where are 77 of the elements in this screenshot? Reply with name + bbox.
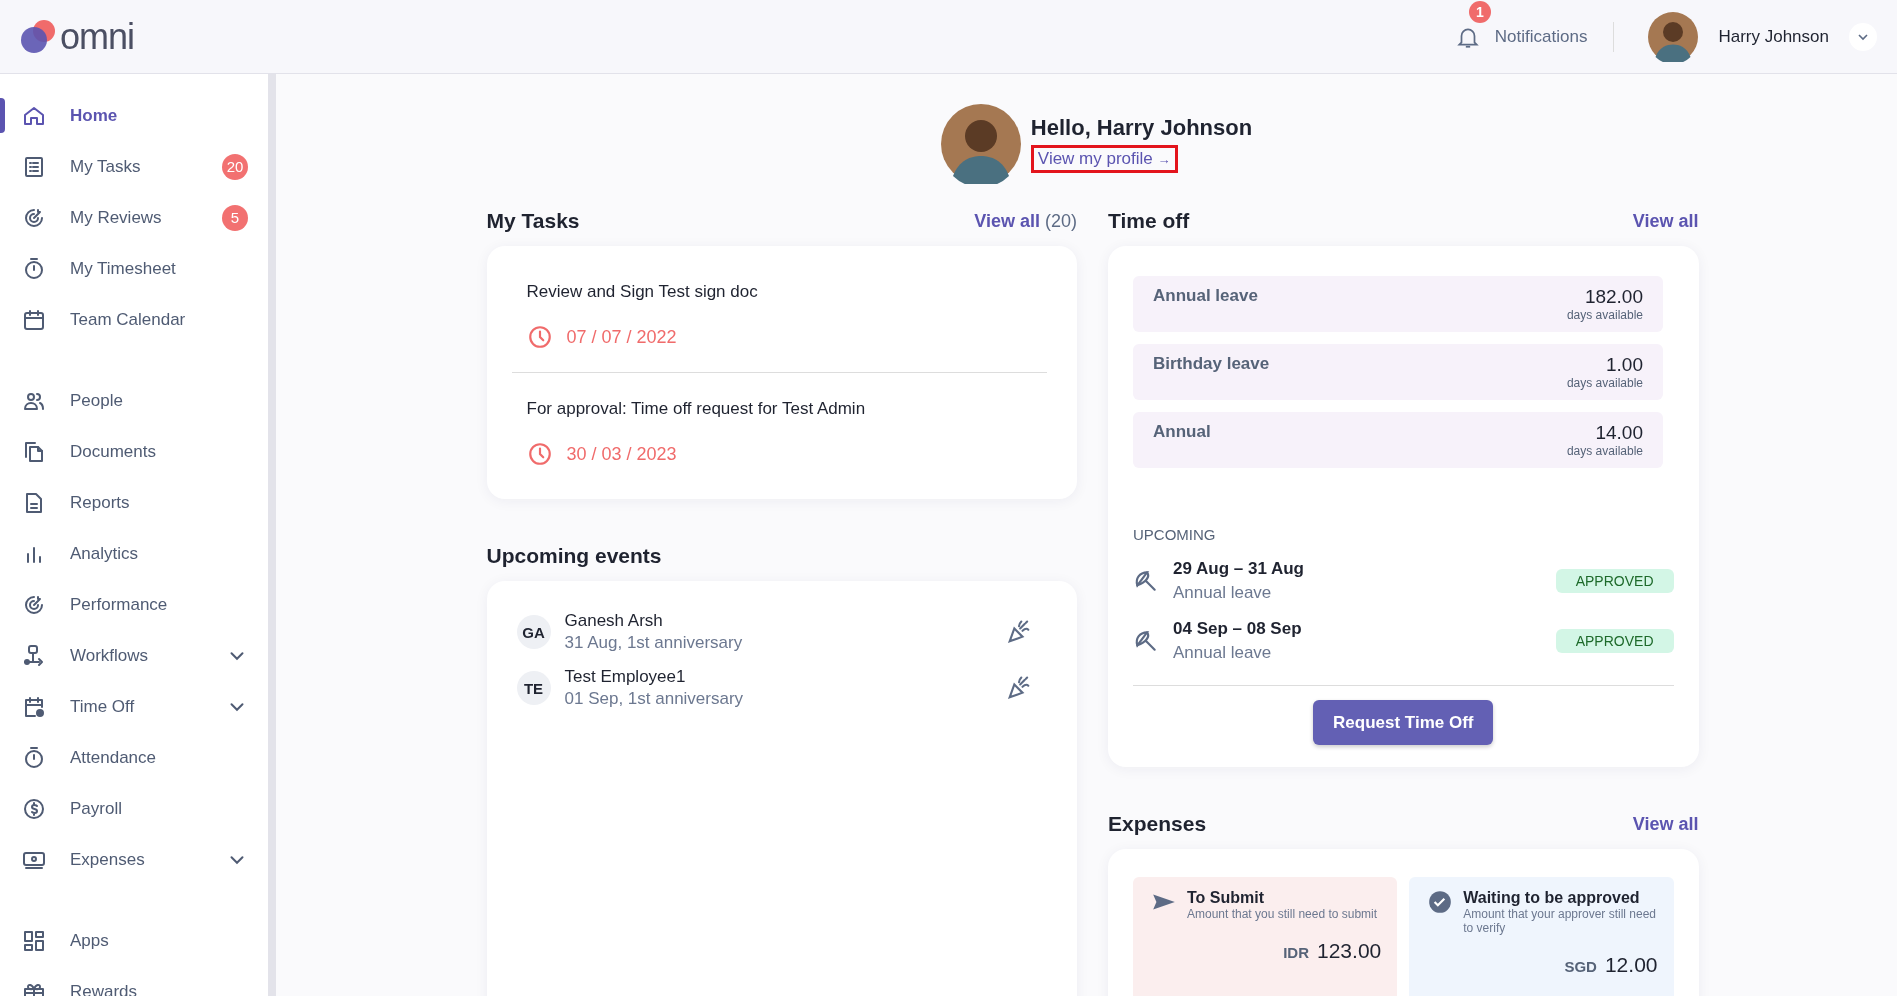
event-name: Test Employee1 xyxy=(564,667,687,687)
umbrella-icon xyxy=(1133,568,1159,594)
apps-icon xyxy=(22,928,46,953)
notification-count: 1 xyxy=(1468,0,1491,23)
initials-avatar: GA xyxy=(516,615,551,649)
clock-icon xyxy=(526,441,553,467)
upcoming-label: UPCOMING xyxy=(1133,526,1217,543)
event-name: Ganesh Arsh xyxy=(564,611,664,631)
section-title: Upcoming events xyxy=(486,544,662,568)
sidebar-item[interactable]: People xyxy=(0,375,268,426)
notifications-link[interactable]: Notifications xyxy=(1494,26,1588,47)
stopwatch-icon xyxy=(22,256,46,281)
calendar-icon xyxy=(22,307,46,332)
status-badge: APPROVED xyxy=(1555,629,1674,653)
expense-title: To Submit xyxy=(1187,889,1266,907)
sidebar-item[interactable]: Analytics xyxy=(0,528,268,579)
currency-code: IDR xyxy=(1283,944,1309,961)
leave-dates: 29 Aug – 31 Aug xyxy=(1173,559,1305,579)
count-badge: 5 xyxy=(222,204,248,231)
expense-subtitle: Amount that your approver still need to verify xyxy=(1463,907,1658,935)
expense-subtitle: Amount that you still need to submit xyxy=(1187,907,1378,921)
section-title: My Tasks xyxy=(486,209,580,233)
sidebar-item[interactable]: Time Off xyxy=(0,681,268,732)
currency-code: SGD xyxy=(1564,958,1597,975)
request-time-off-button[interactable]: Request Time Off xyxy=(1313,700,1494,745)
expense-title: Waiting to be approved xyxy=(1463,889,1641,907)
expense-amount: 12.00 xyxy=(1604,953,1658,977)
clock-icon xyxy=(526,324,553,350)
sidebar-item[interactable]: Performance xyxy=(0,579,268,630)
section-title: Expenses xyxy=(1108,812,1207,836)
sidebar-item[interactable]: Workflows xyxy=(0,630,268,681)
workflow-icon xyxy=(22,643,46,668)
section-title: Time off xyxy=(1108,209,1190,233)
event-detail: 31 Aug, 1st anniversary xyxy=(564,633,744,653)
sidebar-item[interactable]: Expenses xyxy=(0,834,268,885)
view-all-link[interactable]: View all xyxy=(1632,813,1699,835)
sidebar-item[interactable]: Home xyxy=(0,90,268,141)
sidebar-item[interactable]: Documents xyxy=(0,426,268,477)
sidebar-item[interactable]: Apps xyxy=(0,915,268,966)
sidebar-item[interactable]: Rewards xyxy=(0,966,268,996)
leave-dates: 04 Sep – 08 Sep xyxy=(1173,619,1303,639)
leave-balance-card: Annual leave 182.00 days available xyxy=(1133,276,1663,332)
leave-type: Annual leave xyxy=(1173,643,1273,663)
greeting-title: Hello, Harry Johnson xyxy=(1030,115,1253,141)
documents-icon xyxy=(22,439,46,464)
expense-amount: 123.00 xyxy=(1317,939,1382,963)
sidebar-item[interactable]: Team Calendar xyxy=(0,294,268,345)
check-circle-icon xyxy=(1427,889,1454,915)
umbrella-icon xyxy=(1133,628,1159,654)
leave-balance-card: Annual 14.00 days available xyxy=(1133,412,1663,468)
user-name[interactable]: Harry Johnson xyxy=(1718,26,1829,47)
list-icon xyxy=(22,154,46,179)
event-detail: 01 Sep, 1st anniversary xyxy=(564,689,745,709)
initials-avatar: TE xyxy=(516,671,551,705)
view-all-link[interactable]: View all (20) xyxy=(974,210,1077,232)
sidebar-item[interactable]: Reports xyxy=(0,477,268,528)
view-all-link[interactable]: View all xyxy=(1632,210,1699,232)
sidebar-item[interactable]: Attendance xyxy=(0,732,268,783)
task-title[interactable]: For approval: Time off request for Test Admin xyxy=(526,399,1047,419)
sidebar-item[interactable]: Payroll xyxy=(0,783,268,834)
due-date: 07 / 07 / 2022 xyxy=(566,326,677,348)
sidebar-item[interactable]: My Reviews 5 xyxy=(0,192,268,243)
calendar-clock-icon xyxy=(22,694,46,719)
sidebar-item[interactable]: My Tasks 20 xyxy=(0,141,268,192)
logo-text: omni xyxy=(60,15,135,58)
status-badge: APPROVED xyxy=(1555,569,1674,593)
sidebar-item[interactable]: My Timesheet xyxy=(0,243,268,294)
leave-balance-card: Birthday leave 1.00 days available xyxy=(1133,344,1663,400)
profile-link[interactable]: View my profile → xyxy=(1030,145,1178,173)
dollar-icon xyxy=(22,796,46,821)
due-date: 30 / 03 / 2023 xyxy=(566,443,677,465)
count-badge: 20 xyxy=(222,153,248,180)
leave-type: Annual leave xyxy=(1173,583,1273,603)
avatar xyxy=(1648,11,1699,62)
logo-icon xyxy=(20,19,56,54)
task-title[interactable]: Review and Sign Test sign doc xyxy=(526,282,1047,302)
stopwatch-icon xyxy=(22,745,46,770)
